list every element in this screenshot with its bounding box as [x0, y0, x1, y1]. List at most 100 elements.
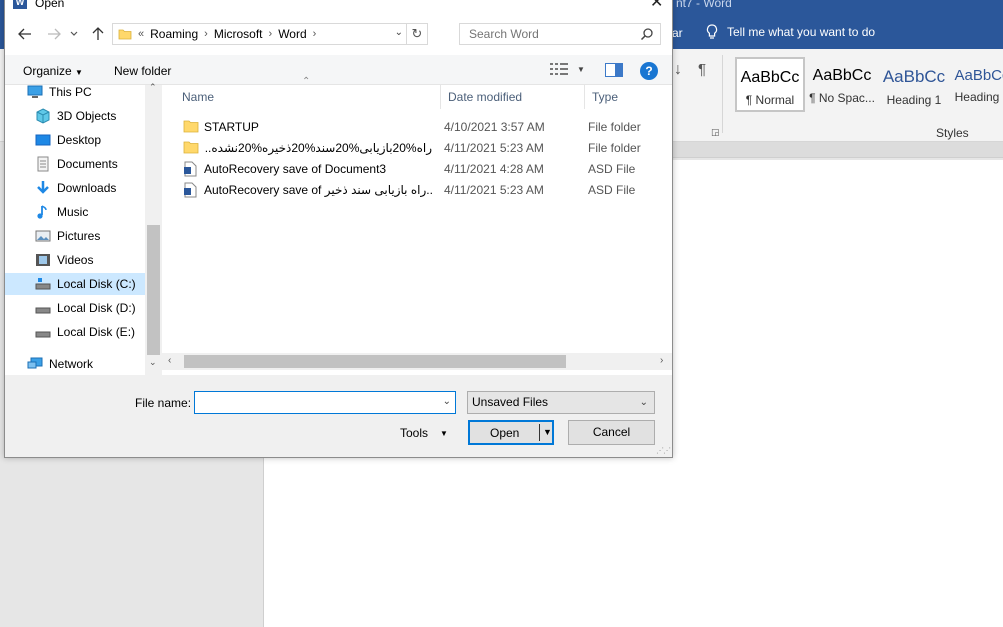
view-details-icon [550, 63, 568, 75]
nav-item-network[interactable]: Network [27, 353, 141, 375]
forward-button[interactable] [44, 25, 64, 43]
nav-item-label: 3D Objects [57, 109, 117, 123]
navigation-pane: This PC 3D Objects Desktop Documents Dow… [5, 82, 162, 375]
file-type-select[interactable]: Unsaved Files ⌄ [467, 391, 655, 414]
file-date: 4/11/2021 4:28 AM [444, 162, 544, 176]
scroll-right-icon[interactable]: › [660, 355, 663, 366]
drive-icon [35, 278, 51, 290]
styles-group-label: Styles [936, 126, 969, 140]
organize-label: Organize [23, 64, 72, 78]
nav-item-documents[interactable]: Documents [35, 153, 141, 175]
paragraph-dialog-launcher-icon[interactable]: ◲ [711, 127, 720, 138]
navigation-row: « Roaming › Microsoft › Word › ⌄ ↻ [5, 11, 672, 55]
address-bar[interactable]: « Roaming › Microsoft › Word › ⌄ ↻ [112, 23, 428, 45]
nav-item-local-disk-e[interactable]: Local Disk (E:) [35, 321, 141, 343]
nav-item-desktop[interactable]: Desktop [35, 129, 141, 151]
nav-item-label: Videos [57, 253, 94, 267]
nav-item-label: Documents [57, 157, 118, 171]
up-button[interactable] [88, 25, 108, 43]
nav-item-label: Music [57, 205, 89, 219]
file-row[interactable]: STARTUP 4/10/2021 3:57 AM File folder [180, 116, 670, 137]
change-view-button[interactable]: ▼ [550, 63, 585, 75]
tools-button[interactable]: Tools ▼ [400, 426, 448, 440]
lightbulb-icon [706, 24, 718, 39]
chevron-down-icon[interactable]: ⌄ [395, 27, 403, 38]
dropdown-arrow-icon[interactable]: ▼ [543, 427, 552, 437]
nav-item-pictures[interactable]: Pictures [35, 225, 141, 247]
search-icon[interactable] [640, 27, 654, 41]
file-row[interactable]: راه%20بازیابی%20سند%20ذخیره%20نشده... 4/… [180, 137, 670, 158]
column-header-name[interactable]: Name [176, 85, 438, 109]
folder-icon [183, 141, 199, 154]
nav-item-3d-objects[interactable]: 3D Objects [35, 105, 141, 127]
file-row[interactable]: AutoRecovery save of Document3 4/11/2021… [180, 158, 670, 179]
breadcrumb-word[interactable]: Word [278, 27, 306, 41]
style-no-spacing[interactable]: AaBbCc ¶ No Spac... [808, 57, 876, 112]
back-button[interactable] [15, 25, 35, 43]
file-name-input[interactable] [199, 392, 429, 413]
file-type: ASD File [588, 183, 636, 197]
column-header-type[interactable]: Type [586, 85, 666, 109]
nav-item-label: Pictures [57, 229, 101, 243]
search-input[interactable] [467, 24, 637, 44]
nav-item-downloads[interactable]: Downloads [35, 177, 141, 199]
network-icon [27, 357, 43, 369]
style-name: ¶ No Spac... [809, 91, 875, 105]
nav-item-music[interactable]: Music [35, 201, 141, 223]
scroll-left-icon[interactable]: ‹ [168, 355, 171, 366]
tools-label: Tools [400, 426, 429, 440]
chevron-down-icon[interactable]: ⌄ [443, 396, 451, 407]
nav-item-local-disk-d[interactable]: Local Disk (D:) [35, 297, 141, 319]
desktop-icon [35, 134, 51, 146]
chevron-right-icon[interactable]: › [204, 28, 208, 40]
nav-pane-scrollbar[interactable]: ⌃ ⌄ [145, 82, 162, 375]
chevron-down-icon: ⌄ [639, 397, 648, 408]
chevron-right-icon[interactable]: › [313, 28, 317, 40]
show-formatting-icon[interactable]: ¶ [698, 61, 706, 78]
style-name: ¶ Normal [745, 93, 795, 107]
scroll-down-icon[interactable]: ⌄ [149, 357, 157, 368]
file-type: File folder [588, 141, 641, 155]
nav-item-this-pc[interactable]: This PC [27, 81, 141, 103]
column-header-date-modified[interactable]: Date modified [442, 85, 582, 109]
preview-pane-icon [605, 63, 623, 77]
breadcrumb-roaming[interactable]: Roaming [150, 27, 198, 41]
file-date: 4/10/2021 3:57 AM [444, 120, 545, 134]
refresh-icon[interactable]: ↻ [406, 24, 427, 44]
file-list-horizontal-scrollbar[interactable]: ‹ › [162, 353, 672, 370]
organize-button[interactable]: Organize ▼ [23, 64, 83, 78]
open-button[interactable]: Open ▼ [468, 420, 554, 445]
nav-item-local-disk-c[interactable]: Local Disk (C:) [5, 273, 145, 295]
music-icon [37, 205, 47, 219]
column-divider[interactable] [440, 85, 441, 109]
chevron-down-icon [70, 31, 78, 36]
style-normal[interactable]: AaBbCc ¶ Normal [735, 57, 805, 112]
computer-icon [27, 85, 43, 98]
scrollbar-thumb[interactable] [184, 355, 566, 368]
file-type: ASD File [588, 162, 636, 176]
resize-grip-icon[interactable]: ⋰⋰ [656, 446, 671, 455]
style-heading-2[interactable]: AaBbCc Heading 2 [952, 57, 1003, 112]
breadcrumb-overflow[interactable]: « [138, 28, 144, 40]
chevron-right-icon[interactable]: › [269, 28, 273, 40]
help-icon[interactable]: ? [640, 62, 658, 80]
folder-icon [183, 120, 199, 133]
preview-pane-button[interactable] [605, 63, 623, 80]
ribbon-tab-partial[interactable]: ar [672, 26, 683, 40]
style-name: Heading 2 [954, 90, 1003, 104]
file-name-combobox: ⌄ [194, 391, 456, 414]
cancel-button[interactable]: Cancel [568, 420, 655, 445]
nav-item-label: Downloads [57, 181, 117, 195]
nav-item-videos[interactable]: Videos [35, 249, 141, 271]
style-heading-1[interactable]: AaBbCc Heading 1 [880, 57, 948, 112]
scrollbar-thumb[interactable] [147, 225, 160, 355]
column-divider[interactable] [584, 85, 585, 109]
new-folder-button[interactable]: New folder [114, 64, 171, 78]
file-row[interactable]: AutoRecovery save of راه بازیابی سند ذخی… [180, 179, 670, 200]
up-arrow-icon [92, 27, 104, 40]
breadcrumb-microsoft[interactable]: Microsoft [214, 27, 263, 41]
scroll-up-icon[interactable]: ⌃ [149, 82, 157, 93]
recent-locations-button[interactable] [67, 25, 81, 43]
sort-icon[interactable]: ↓ [674, 61, 682, 79]
tell-me-box[interactable]: Tell me what you want to do [706, 24, 875, 40]
